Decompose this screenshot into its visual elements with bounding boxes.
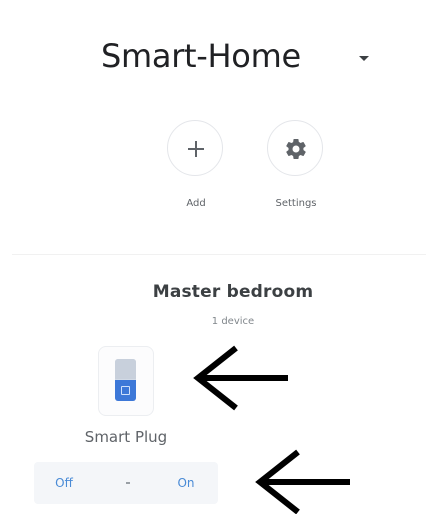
home-selector[interactable]: Smart-Home xyxy=(0,36,438,80)
plug-switch-indicator xyxy=(115,380,136,401)
device-power-controls: Off On xyxy=(34,462,218,504)
device-name[interactable]: Smart Plug xyxy=(58,428,194,446)
add-button[interactable]: Add xyxy=(161,120,231,220)
settings-button[interactable]: Settings xyxy=(261,120,331,220)
add-circle[interactable] xyxy=(167,120,223,176)
room-device-count: 1 device xyxy=(211,316,255,327)
divider xyxy=(12,254,426,255)
settings-label: Settings xyxy=(275,198,317,209)
smart-plug-tile[interactable] xyxy=(98,346,154,416)
gear-icon xyxy=(286,139,306,160)
home-title[interactable]: Smart-Home xyxy=(101,36,301,76)
add-label: Add xyxy=(186,198,206,209)
off-button[interactable]: Off xyxy=(34,462,94,504)
room-title: Master bedroom xyxy=(152,282,314,302)
settings-circle[interactable] xyxy=(267,120,323,176)
arrow-left-icon xyxy=(193,345,288,411)
arrow-left-icon xyxy=(255,449,350,514)
plug-top xyxy=(115,359,136,379)
plus-icon xyxy=(188,141,204,157)
controls-separator xyxy=(126,482,130,484)
caret-down-icon[interactable] xyxy=(358,52,370,64)
smart-plug-icon xyxy=(115,359,136,401)
on-button[interactable]: On xyxy=(156,462,216,504)
